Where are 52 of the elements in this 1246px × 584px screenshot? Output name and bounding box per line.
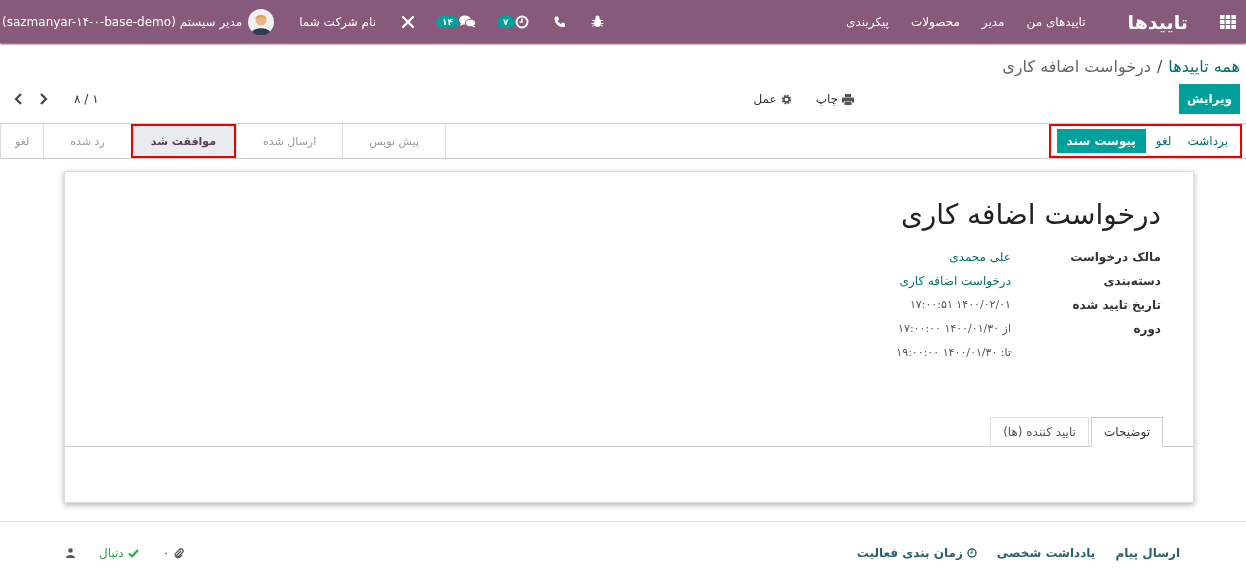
pager-value[interactable]: ۱ / ۸ bbox=[74, 92, 99, 106]
log-note-button[interactable]: یادداشت شخصی bbox=[996, 546, 1096, 560]
chat-icon[interactable] bbox=[459, 15, 477, 28]
field-link[interactable]: علی محمدی bbox=[949, 247, 1011, 267]
breadcrumb-separator: / bbox=[1156, 56, 1163, 76]
bug-icon[interactable] bbox=[590, 15, 604, 28]
check-icon bbox=[127, 548, 139, 558]
clock-icon[interactable] bbox=[514, 14, 529, 29]
breadcrumb-link[interactable]: همه تاییدها bbox=[1168, 56, 1240, 76]
record-title: درخواست اضافه کاری bbox=[899, 197, 1162, 231]
clock-icon bbox=[966, 548, 977, 558]
field-label: دسته‌بندی bbox=[1102, 273, 1161, 290]
field-value: تا: ۱۴۰۰/۰۱/۳۰ ۱۹:۰۰:۰۰ bbox=[896, 345, 1011, 361]
attachments-button[interactable]: ۰ bbox=[162, 546, 185, 560]
field-label: مالک درخواست bbox=[1069, 249, 1161, 267]
message-count-badge: ۱۴ bbox=[436, 15, 460, 28]
user-menu[interactable]: مدیر سیستم (sazmanyar-۱۴-۰-base-demo) bbox=[2, 14, 243, 29]
menu-item[interactable]: تاییدهای من bbox=[1026, 14, 1086, 29]
next-icon[interactable] bbox=[39, 93, 48, 105]
field-value: از ۱۴۰۰/۰۱/۳۰ ۱۷:۰۰:۰۰ bbox=[897, 321, 1011, 337]
print-menu[interactable]: چاپ bbox=[815, 92, 855, 106]
notebook-tab[interactable]: توضیحات bbox=[1090, 417, 1163, 447]
schedule-activity-button[interactable]: زمان بندی فعالیت bbox=[856, 546, 977, 560]
person-icon[interactable] bbox=[66, 548, 75, 558]
tools-icon[interactable] bbox=[401, 14, 416, 29]
notebook-tab[interactable]: تایید کننده (ها) bbox=[990, 417, 1089, 447]
menu-item[interactable]: پیکربندی bbox=[846, 14, 889, 29]
apps-menu-icon[interactable] bbox=[1220, 14, 1236, 29]
attach-document-button[interactable]: پیوست سند bbox=[1056, 129, 1146, 153]
breadcrumb-current: درخواست اضافه کاری bbox=[1002, 56, 1151, 76]
follow-button[interactable]: دنبال bbox=[99, 546, 139, 560]
menu-item[interactable]: محصولات bbox=[910, 14, 960, 29]
header-link-button[interactable]: لغو bbox=[1149, 130, 1178, 152]
phone-icon[interactable] bbox=[553, 15, 566, 28]
printer-icon bbox=[842, 93, 855, 105]
edit-button[interactable]: ویرایش bbox=[1179, 84, 1240, 114]
activity-count-badge: ۷ bbox=[497, 15, 515, 28]
field-label: تاریخ تایید شده bbox=[1071, 297, 1161, 314]
field-label: دوره bbox=[1132, 321, 1161, 339]
action-menu[interactable]: عمل bbox=[753, 92, 792, 106]
gear-icon bbox=[780, 93, 792, 105]
company-switcher[interactable]: نام شرکت شما bbox=[299, 14, 377, 29]
status-stage[interactable]: موافقت شد bbox=[130, 124, 237, 158]
header-link-button[interactable]: برداشت bbox=[1181, 130, 1234, 152]
send-message-button[interactable]: ارسال پیام bbox=[1115, 546, 1180, 560]
field-link[interactable]: درخواست اضافه کاری bbox=[899, 271, 1011, 291]
avatar-icon[interactable] bbox=[248, 8, 275, 35]
field-value: ۱۴۰۰/۰۲/۰۱ ۱۷:۰۰:۵۱ bbox=[909, 297, 1011, 313]
app-name[interactable]: تاییدها bbox=[1127, 10, 1188, 33]
menu-item[interactable]: مدیر bbox=[981, 14, 1005, 29]
paperclip-icon bbox=[173, 547, 185, 559]
previous-icon[interactable] bbox=[14, 93, 23, 105]
